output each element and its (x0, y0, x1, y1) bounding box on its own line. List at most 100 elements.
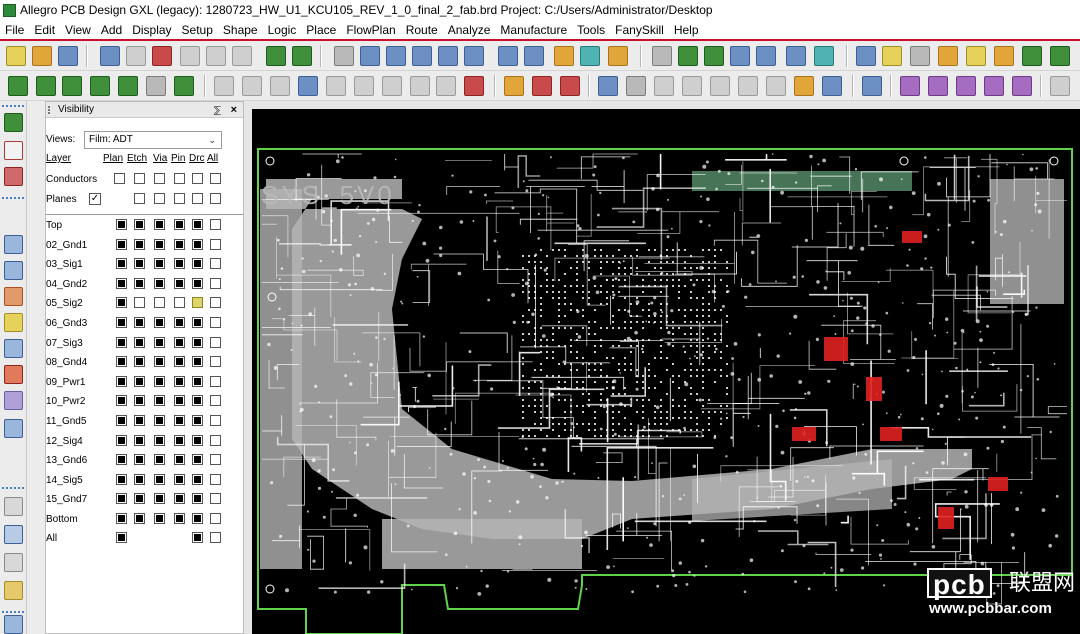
conductors-pin-checkbox[interactable] (174, 173, 185, 184)
menu-help[interactable]: Help (669, 21, 704, 39)
measure-icon[interactable] (910, 46, 930, 66)
layer-etch-checkbox[interactable] (134, 297, 145, 309)
grid-icon[interactable] (334, 46, 354, 66)
add-line-icon[interactable] (4, 497, 23, 516)
3d-view-icon[interactable] (580, 46, 600, 66)
layer-all-checkbox[interactable] (210, 356, 221, 368)
layer-plan-checkbox[interactable] (116, 336, 127, 348)
layer-plan-checkbox[interactable] (116, 219, 127, 230)
conductors-plan-checkbox[interactable] (114, 173, 125, 184)
planes-toggle-checkbox[interactable]: ✓ (89, 193, 101, 205)
menu-add[interactable]: Add (96, 21, 127, 39)
key-icon[interactable] (794, 76, 814, 96)
menu-flowplan[interactable]: FlowPlan (341, 21, 400, 39)
move-icon[interactable] (100, 46, 120, 66)
layer-all-checkbox[interactable] (210, 277, 221, 289)
layer-via-checkbox[interactable] (154, 493, 165, 505)
layer-pin-checkbox[interactable] (174, 454, 185, 466)
zoom-previous-icon[interactable] (464, 46, 484, 66)
layer-drc-checkbox[interactable] (192, 297, 203, 309)
layer-etch-checkbox[interactable] (134, 238, 145, 250)
menu-route[interactable]: Route (401, 21, 443, 39)
layer-all-checkbox[interactable] (210, 336, 221, 348)
layer-all-checkbox[interactable] (210, 493, 221, 505)
shape-add-icon[interactable] (8, 76, 28, 96)
shape-select-icon[interactable] (118, 76, 138, 96)
fanout-icon[interactable] (938, 46, 958, 66)
layer-via-checkbox[interactable] (154, 238, 165, 250)
layer-plan-checkbox[interactable] (116, 356, 127, 368)
spacing-v-icon[interactable] (560, 76, 580, 96)
rectangle-icon[interactable] (242, 76, 262, 96)
camera-icon[interactable] (682, 76, 702, 96)
report-icon[interactable] (822, 76, 842, 96)
layer-pin-checkbox[interactable] (174, 258, 185, 270)
dimension-icon[interactable] (814, 46, 834, 66)
layer-etch-checkbox[interactable] (134, 415, 145, 426)
layer-plan-checkbox[interactable] (116, 473, 127, 485)
all-plan-checkbox[interactable] (116, 532, 127, 543)
layer-etch-checkbox[interactable] (134, 356, 145, 368)
layer-drc-checkbox[interactable] (192, 434, 203, 446)
skill-tool-1-icon[interactable] (900, 76, 920, 96)
library-icon[interactable] (626, 76, 646, 96)
layer-drc-checkbox[interactable] (192, 258, 203, 270)
zoom-in-icon[interactable] (386, 46, 406, 66)
chip-icon[interactable] (766, 76, 786, 96)
pin-icon[interactable]: ⅀ (214, 102, 221, 118)
circle-icon[interactable] (270, 76, 290, 96)
layer-all-checkbox[interactable] (210, 513, 221, 524)
info-icon[interactable] (856, 46, 876, 66)
layer-pin-checkbox[interactable] (174, 415, 185, 426)
layer-plan-checkbox[interactable] (116, 434, 127, 446)
redraw-icon[interactable] (498, 46, 518, 66)
layer-pin-checkbox[interactable] (174, 317, 185, 328)
add-connect-icon[interactable] (4, 235, 23, 254)
close-icon[interactable]: × (231, 102, 237, 118)
layer-all-checkbox[interactable] (210, 238, 221, 250)
statistics-icon[interactable] (1022, 46, 1042, 66)
done-icon[interactable] (232, 46, 252, 66)
box-icon[interactable] (410, 76, 430, 96)
arc-icon[interactable] (354, 76, 374, 96)
line-icon[interactable] (214, 76, 234, 96)
layer-plan-checkbox[interactable] (116, 493, 127, 505)
layer-via-checkbox[interactable] (154, 454, 165, 466)
conductors-all-checkbox[interactable] (210, 173, 221, 184)
layer-pin-checkbox[interactable] (174, 336, 185, 348)
layer-all-checkbox[interactable] (210, 473, 221, 485)
layer-pin-checkbox[interactable] (174, 473, 185, 485)
skill-tool-3-icon[interactable] (956, 76, 976, 96)
layer-via-checkbox[interactable] (154, 473, 165, 485)
layer-plan-checkbox[interactable] (116, 277, 127, 289)
layer-pin-checkbox[interactable] (174, 513, 185, 524)
planes-via-checkbox[interactable] (154, 193, 165, 204)
layer-drc-checkbox[interactable] (192, 375, 203, 387)
slide-icon[interactable] (4, 261, 23, 280)
layer-via-checkbox[interactable] (154, 317, 165, 328)
layer-via-checkbox[interactable] (154, 375, 165, 387)
layer-etch-checkbox[interactable] (134, 336, 145, 348)
menu-file[interactable]: File (0, 21, 29, 39)
highlight-icon[interactable] (554, 46, 574, 66)
flip-icon[interactable] (608, 46, 628, 66)
zoom-out-icon[interactable] (412, 46, 432, 66)
layer-pin-checkbox[interactable] (174, 219, 185, 230)
layer-pin-checkbox[interactable] (174, 238, 185, 250)
drc-icon[interactable] (882, 46, 902, 66)
layer-via-checkbox[interactable] (154, 219, 165, 230)
planes-drc-checkbox[interactable] (192, 193, 203, 204)
oval-icon[interactable] (436, 76, 456, 96)
waveform-icon[interactable] (862, 76, 882, 96)
new-file-icon[interactable] (6, 46, 26, 66)
layer-plan-checkbox[interactable] (116, 238, 127, 250)
skill-tool-4-icon[interactable] (984, 76, 1004, 96)
open-folder-icon[interactable] (32, 46, 52, 66)
symbol-icon[interactable] (738, 76, 758, 96)
layer-plan-checkbox[interactable] (116, 375, 127, 387)
planes-pin-checkbox[interactable] (174, 193, 185, 204)
layer-plan-checkbox[interactable] (116, 454, 127, 466)
layer-etch-checkbox[interactable] (134, 395, 145, 407)
autoplace-icon[interactable] (464, 76, 484, 96)
layer-etch-checkbox[interactable] (134, 473, 145, 485)
